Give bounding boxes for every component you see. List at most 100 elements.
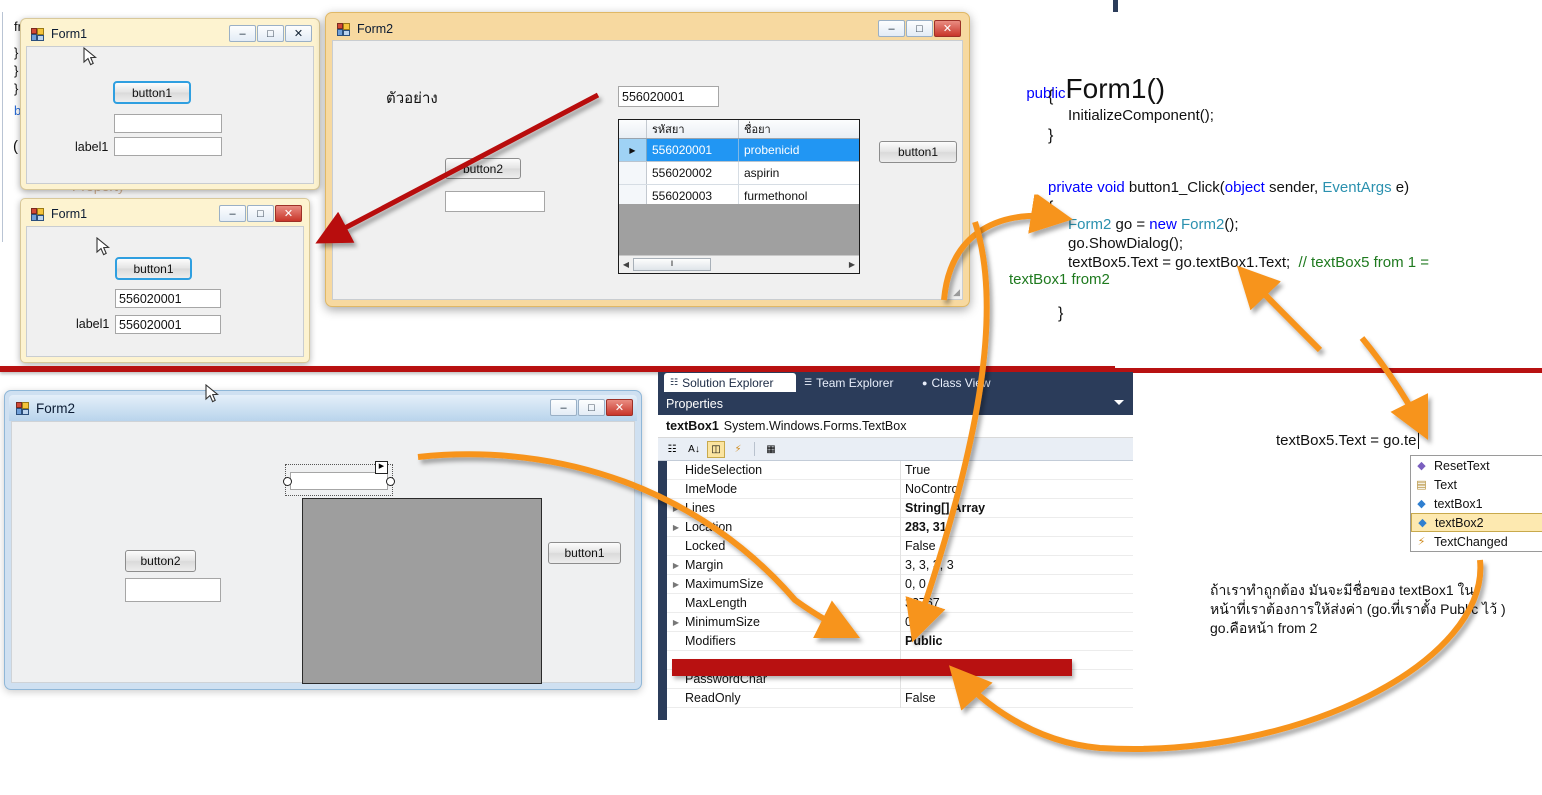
alphabetical-icon[interactable]: A↓ [685,441,703,458]
property-row[interactable]: Locked False [667,536,1133,556]
close-button[interactable]: ✕ [606,399,633,416]
property-value[interactable]: String[] Array [900,498,1133,518]
grid-header-cell-name[interactable]: ชื่อยา [739,120,859,138]
resize-grip-icon[interactable]: ◢ [953,287,960,298]
form2-window-run[interactable]: Form2 – □ ✕ ตัวอย่าง button2 556020001 b… [325,12,970,307]
cell-name[interactable]: aspirin [739,162,859,184]
window-controls[interactable]: – □ ✕ [229,25,312,42]
form2-designer-window[interactable]: Form2 – □ ✕ ▶ button2 button1 [4,384,642,690]
tab-solution-explorer[interactable]: ☷ Solution Explorer [664,373,796,392]
textbox-1[interactable]: 556020001 [115,289,221,308]
properties-grid[interactable]: HideSelection True ImeMode NoControl ▶ Line… [658,460,1133,720]
resize-handle-right[interactable] [386,477,395,486]
placeholder-grid-control[interactable] [302,498,542,684]
form1-window-result[interactable]: Form1 – □ ✕ button1 556020001 label1 556… [20,198,310,363]
selected-textbox[interactable] [290,472,388,490]
textbox-2[interactable]: 556020001 [115,315,221,334]
intellisense-typed-line[interactable]: textBox5.Text = go.te [1276,432,1423,449]
resize-handle-left[interactable] [283,477,292,486]
button1[interactable]: button1 [879,141,957,163]
table-row[interactable]: ▶ 556020001 probenicid [619,139,859,162]
window-controls[interactable]: – □ ✕ [878,20,961,37]
maximize-button[interactable]: □ [247,205,274,222]
property-value[interactable]: 283, 31 [900,517,1133,537]
grid-header-cell[interactable] [619,120,647,138]
window-controls[interactable]: – □ ✕ [550,399,633,416]
intellisense-dropdown[interactable]: ◆ ResetText ▤ Text ◆ textBox1 ◆ textBox2 ⚡ Te… [1410,455,1542,552]
property-value[interactable]: True [900,460,1133,480]
button2[interactable]: button2 [445,158,521,179]
property-row[interactable]: ▶ Lines String[] Array [667,498,1133,518]
form2-designer-canvas[interactable]: ▶ button2 button1 [11,421,635,684]
property-value[interactable]: 32767 [900,593,1133,613]
property-row[interactable]: ▶ Margin 3, 3, 3, 3 [667,555,1133,575]
property-row[interactable]: HideSelection True [667,460,1133,480]
chevron-down-icon[interactable] [1114,400,1124,405]
property-row[interactable]: Modifiers Public [667,631,1133,651]
property-row[interactable]: ImeMode NoControl [667,479,1133,499]
property-row[interactable]: ReadOnly False [667,688,1133,708]
expander-icon[interactable]: ▶ [667,523,685,532]
grid-header-cell-code[interactable]: รหัสยา [647,120,739,138]
tool-window-tabstrip[interactable]: ☷ Solution Explorer ☰ Team Explorer ● Cl… [658,372,1133,392]
categorized-icon[interactable]: ☷ [663,441,681,458]
property-value[interactable]: Public [900,631,1133,651]
form1-window-empty[interactable]: Form1 – □ ✕ button1 label1 [20,18,320,190]
property-value[interactable]: 0, 0 [900,574,1133,594]
property-row[interactable]: ▶ MinimumSize 0, 0 [667,612,1133,632]
property-value[interactable]: False [900,688,1133,708]
window-controls[interactable]: – □ ✕ [219,205,302,222]
scroll-left-arrow[interactable]: ◀ [619,260,633,269]
smart-tag-icon[interactable]: ▶ [375,461,388,474]
maximize-button[interactable]: □ [906,20,933,37]
expander-icon[interactable]: ▶ [667,504,685,513]
maximize-button[interactable]: □ [257,25,284,42]
textbox-2[interactable] [114,137,222,156]
intellisense-item-textchanged[interactable]: ⚡ TextChanged [1411,532,1542,551]
minimize-button[interactable]: – [550,399,577,416]
expander-icon[interactable]: ▶ [667,580,685,589]
grid-horizontal-scrollbar[interactable]: ◀ ‖ ▶ [619,255,859,273]
expander-icon[interactable]: ▶ [667,618,685,627]
property-pages-icon[interactable]: ▦ [762,441,780,458]
designer-textbox[interactable] [125,578,221,602]
button1[interactable]: button1 [113,81,191,104]
events-icon[interactable]: ⚡ [729,441,747,458]
property-value[interactable]: False [900,536,1133,556]
property-row[interactable]: MaxLength 32767 [667,593,1133,613]
property-value[interactable]: 3, 3, 3, 3 [900,555,1133,575]
cell-code[interactable]: 556020002 [647,162,739,184]
close-button[interactable]: ✕ [285,25,312,42]
button2[interactable]: button2 [125,550,196,572]
form1-titlebar[interactable]: Form1 – □ ✕ [24,22,316,46]
expander-icon[interactable]: ▶ [667,561,685,570]
designer-selection-frame[interactable]: ▶ [283,461,395,496]
property-value[interactable]: NoControl [900,479,1133,499]
form1-result-titlebar[interactable]: Form1 – □ ✕ [24,202,306,226]
intellisense-item-text[interactable]: ▤ Text [1411,475,1542,494]
property-row[interactable]: ▶ MaximumSize 0, 0 [667,574,1133,594]
scroll-right-arrow[interactable]: ▶ [845,260,859,269]
button1[interactable]: button1 [548,542,621,564]
scroll-thumb[interactable]: ‖ [633,258,711,271]
minimize-button[interactable]: – [878,20,905,37]
tab-class-view[interactable]: ● Class View [916,373,1016,392]
properties-icon[interactable]: ◫ [707,440,725,458]
maximize-button[interactable]: □ [578,399,605,416]
intellisense-item-textbox2[interactable]: ◆ textBox2 [1411,513,1542,532]
cell-name[interactable]: probenicid [739,139,859,161]
minimize-button[interactable]: – [229,25,256,42]
properties-toolbar[interactable]: ☷ A↓ ◫ ⚡ ▦ [658,438,1133,461]
cell-code[interactable]: 556020001 [647,139,739,161]
intellisense-item-textbox1[interactable]: ◆ textBox1 [1411,494,1542,513]
textbox-under-button2[interactable] [445,191,545,212]
form2-titlebar[interactable]: Form2 – □ ✕ [330,17,965,41]
minimize-button[interactable]: – [219,205,246,222]
property-row[interactable]: ▶ Location 283, 31 [667,517,1133,537]
intellisense-item-resettext[interactable]: ◆ ResetText [1411,456,1542,475]
close-button[interactable]: ✕ [275,205,302,222]
tab-team-explorer[interactable]: ☰ Team Explorer [798,373,916,392]
data-grid-view[interactable]: รหัสยา ชื่อยา ▶ 556020001 probenicid 556… [618,119,860,274]
button1[interactable]: button1 [115,257,192,280]
property-value[interactable]: 0, 0 [900,612,1133,632]
